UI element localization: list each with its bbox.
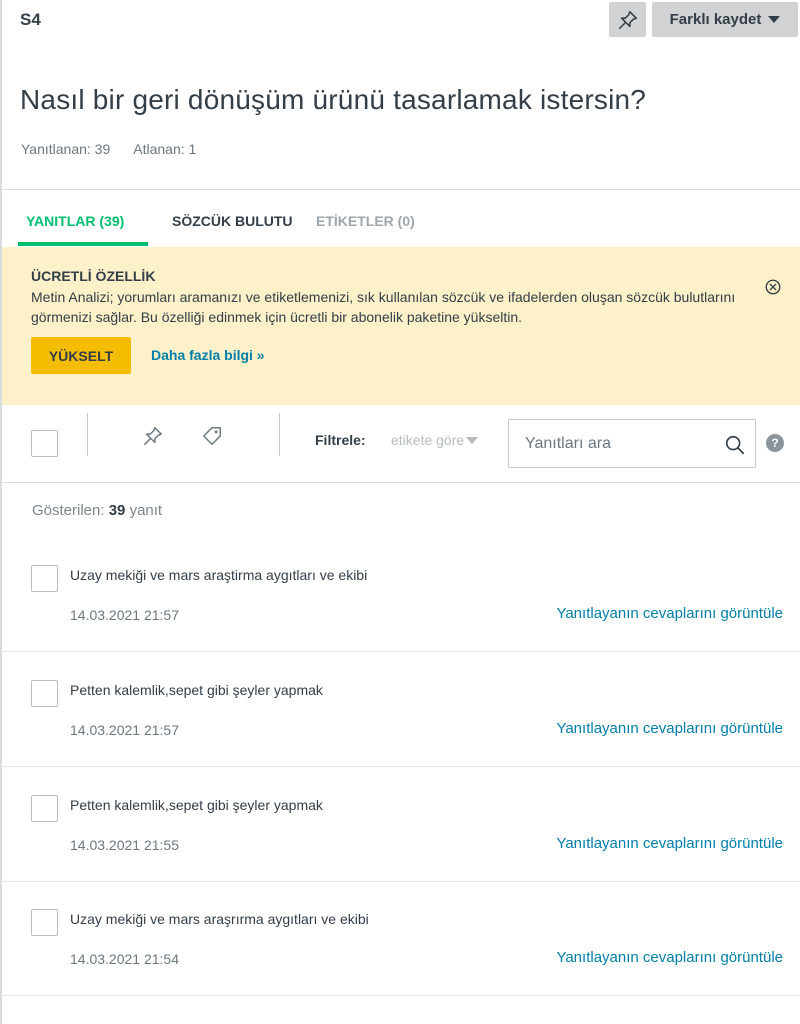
showing-suffix: yanıt <box>129 502 163 519</box>
row-checkbox[interactable] <box>31 795 58 822</box>
answered-count: Yanıtlanan: 39 <box>21 141 111 157</box>
row-checkbox[interactable] <box>31 565 58 592</box>
view-respondent-link[interactable]: Yanıtlayanın cevaplarını görüntüle <box>556 605 783 622</box>
skipped-count: Atlanan: 1 <box>133 141 197 157</box>
responses-toolbar: Filtrele: etikete göre ? <box>0 405 800 483</box>
save-as-label: Farklı kaydet <box>669 11 762 28</box>
toolbar-divider <box>279 413 280 456</box>
response-text: Uzay mekiği ve mars araştirma aygıtları … <box>70 567 368 583</box>
response-text: Petten kalemlik,sepet gibi şeyler yapmak <box>70 682 323 698</box>
showing-number: 39 <box>108 502 126 519</box>
tab-answers[interactable]: YANITLAR (39) <box>26 213 124 229</box>
learn-more-link[interactable]: Daha fazla bilgi » <box>151 347 265 363</box>
active-tab-indicator <box>18 242 148 246</box>
tab-word-cloud[interactable]: SÖZCÜK BULUTU <box>172 213 293 229</box>
tag-icon[interactable] <box>201 425 223 447</box>
banner-text: Metin Analizi; yorumları aramanızı ve et… <box>31 289 736 325</box>
help-icon[interactable]: ? <box>766 434 784 452</box>
toolbar-divider <box>87 413 88 456</box>
pin-button[interactable] <box>609 2 646 37</box>
search-icon[interactable] <box>724 434 746 456</box>
question-header: S4 Farklı kaydet Nasıl bir geri dönüşüm … <box>0 0 800 190</box>
response-row: Petten kalemlik,sepet gibi şeyler yapmak… <box>0 767 800 882</box>
pin-icon[interactable] <box>142 425 164 447</box>
response-date: 14.03.2021 21:57 <box>70 607 179 623</box>
response-date: 14.03.2021 21:57 <box>70 722 179 738</box>
response-row: Uzay mekiği ve mars araştirma aygıtları … <box>0 537 800 652</box>
pin-icon <box>618 10 637 29</box>
response-row: Uzay mekiği ve mars araşrırma aygıtları … <box>0 881 800 996</box>
response-date: 14.03.2021 21:54 <box>70 951 179 967</box>
upgrade-button[interactable]: YÜKSELT <box>31 337 131 374</box>
search-input[interactable] <box>525 432 715 456</box>
view-respondent-link[interactable]: Yanıtlayanın cevaplarını görüntüle <box>556 720 783 737</box>
view-respondent-link[interactable]: Yanıtlayanın cevaplarını görüntüle <box>556 949 783 966</box>
save-as-button[interactable]: Farklı kaydet <box>652 2 798 37</box>
row-checkbox[interactable] <box>31 909 58 936</box>
chevron-down-icon <box>466 436 479 444</box>
row-checkbox[interactable] <box>31 680 58 707</box>
close-icon[interactable] <box>764 278 782 296</box>
response-text: Petten kalemlik,sepet gibi şeyler yapmak <box>70 797 323 813</box>
search-box <box>508 419 756 468</box>
banner-title: ÜCRETLİ ÖZELLİK <box>31 268 156 284</box>
filter-by-tag-dropdown[interactable]: etikete göre <box>391 432 479 448</box>
showing-count: Gösterilen: 39 yanıt <box>32 502 162 519</box>
response-date: 14.03.2021 21:55 <box>70 837 179 853</box>
response-stats: Yanıtlanan: 39 Atlanan: 1 <box>21 141 196 157</box>
response-row: Petten kalemlik,sepet gibi şeyler yapmak… <box>0 652 800 767</box>
view-respondent-link[interactable]: Yanıtlayanın cevaplarını görüntüle <box>556 835 783 852</box>
question-number: S4 <box>20 10 41 29</box>
response-text: Uzay mekiği ve mars araşrırma aygıtları … <box>70 911 369 927</box>
tab-tags[interactable]: ETİKETLER (0) <box>316 213 415 229</box>
question-title: Nasıl bir geri dönüşüm ürünü tasarlamak … <box>20 84 647 115</box>
filter-value: etikete göre <box>391 432 465 448</box>
paid-feature-banner: ÜCRETLİ ÖZELLİK Metin Analizi; yorumları… <box>2 247 800 405</box>
analysis-tabs: YANITLAR (39) SÖZCÜK BULUTU ETİKETLER (0… <box>0 190 800 247</box>
select-all-checkbox[interactable] <box>31 430 58 457</box>
showing-prefix: Gösterilen: <box>32 502 105 519</box>
filter-label: Filtrele: <box>315 432 366 448</box>
chevron-down-icon <box>768 16 781 23</box>
